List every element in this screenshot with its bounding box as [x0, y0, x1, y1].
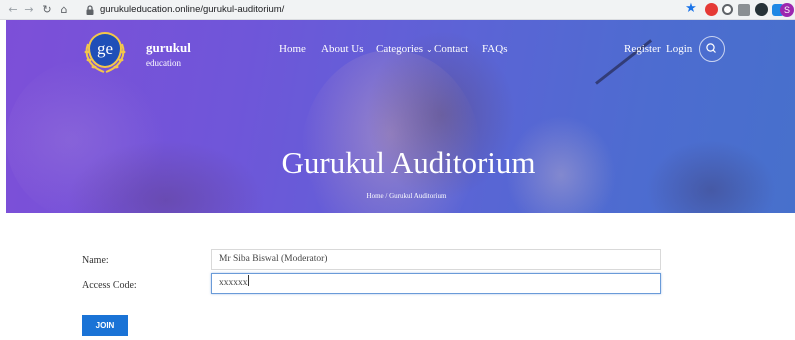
name-field[interactable]: Mr Siba Biswal (Moderator) [211, 249, 661, 270]
text-cursor [247, 275, 249, 286]
access-code-label: Access Code: [82, 280, 137, 291]
search-icon [706, 43, 716, 53]
home-icon[interactable]: ⌂ [57, 2, 71, 18]
join-button[interactable]: JOIN [82, 315, 128, 336]
brand-tagline: education [146, 58, 181, 68]
access-code-value: xxxxxx [219, 278, 248, 288]
nav-faqs[interactable]: FAQs [482, 43, 507, 55]
nav-contact[interactable]: Contact [434, 43, 468, 55]
browser-toolbar: ← → ↻ ⌂ gurukuleducation.online/gurukul-… [0, 0, 795, 20]
search-button[interactable] [699, 36, 725, 62]
extension-red-icon[interactable] [705, 3, 718, 16]
page-title: Gurukul Auditorium [281, 145, 536, 180]
name-label: Name: [82, 255, 109, 266]
site-logo[interactable]: ge [82, 30, 130, 76]
register-link[interactable]: Register [624, 43, 661, 55]
access-code-field[interactable]: xxxxxx [211, 273, 661, 294]
address-bar[interactable]: gurukuleducation.online/gurukul-auditori… [78, 2, 682, 18]
profile-avatar[interactable]: S [780, 3, 794, 17]
brand-name[interactable]: gurukul [146, 40, 191, 56]
lock-icon [86, 5, 94, 15]
back-arrow-icon[interactable]: ← [6, 2, 20, 18]
breadcrumb: Home / Gurukul Auditorium [366, 192, 447, 200]
nav-categories-label: Categories [376, 43, 424, 55]
hero-banner: ge gurukul education Home About Us Categ… [6, 20, 795, 213]
extension-square-icon[interactable] [738, 4, 750, 16]
chevron-down-icon: ⌄ [426, 45, 433, 54]
login-link[interactable]: Login [666, 43, 692, 55]
nav-about-us[interactable]: About Us [321, 43, 363, 55]
url-text: gurukuleducation.online/gurukul-auditori… [100, 4, 285, 15]
nav-home[interactable]: Home [279, 43, 306, 55]
nav-categories[interactable]: Categories ⌄ [376, 43, 433, 55]
extension-ring-icon[interactable] [722, 4, 733, 15]
extension-dark-icon[interactable] [755, 3, 768, 16]
bookmark-star-icon[interactable]: ★ [684, 1, 698, 16]
forward-arrow-icon[interactable]: → [22, 2, 36, 18]
reload-icon[interactable]: ↻ [40, 2, 54, 18]
